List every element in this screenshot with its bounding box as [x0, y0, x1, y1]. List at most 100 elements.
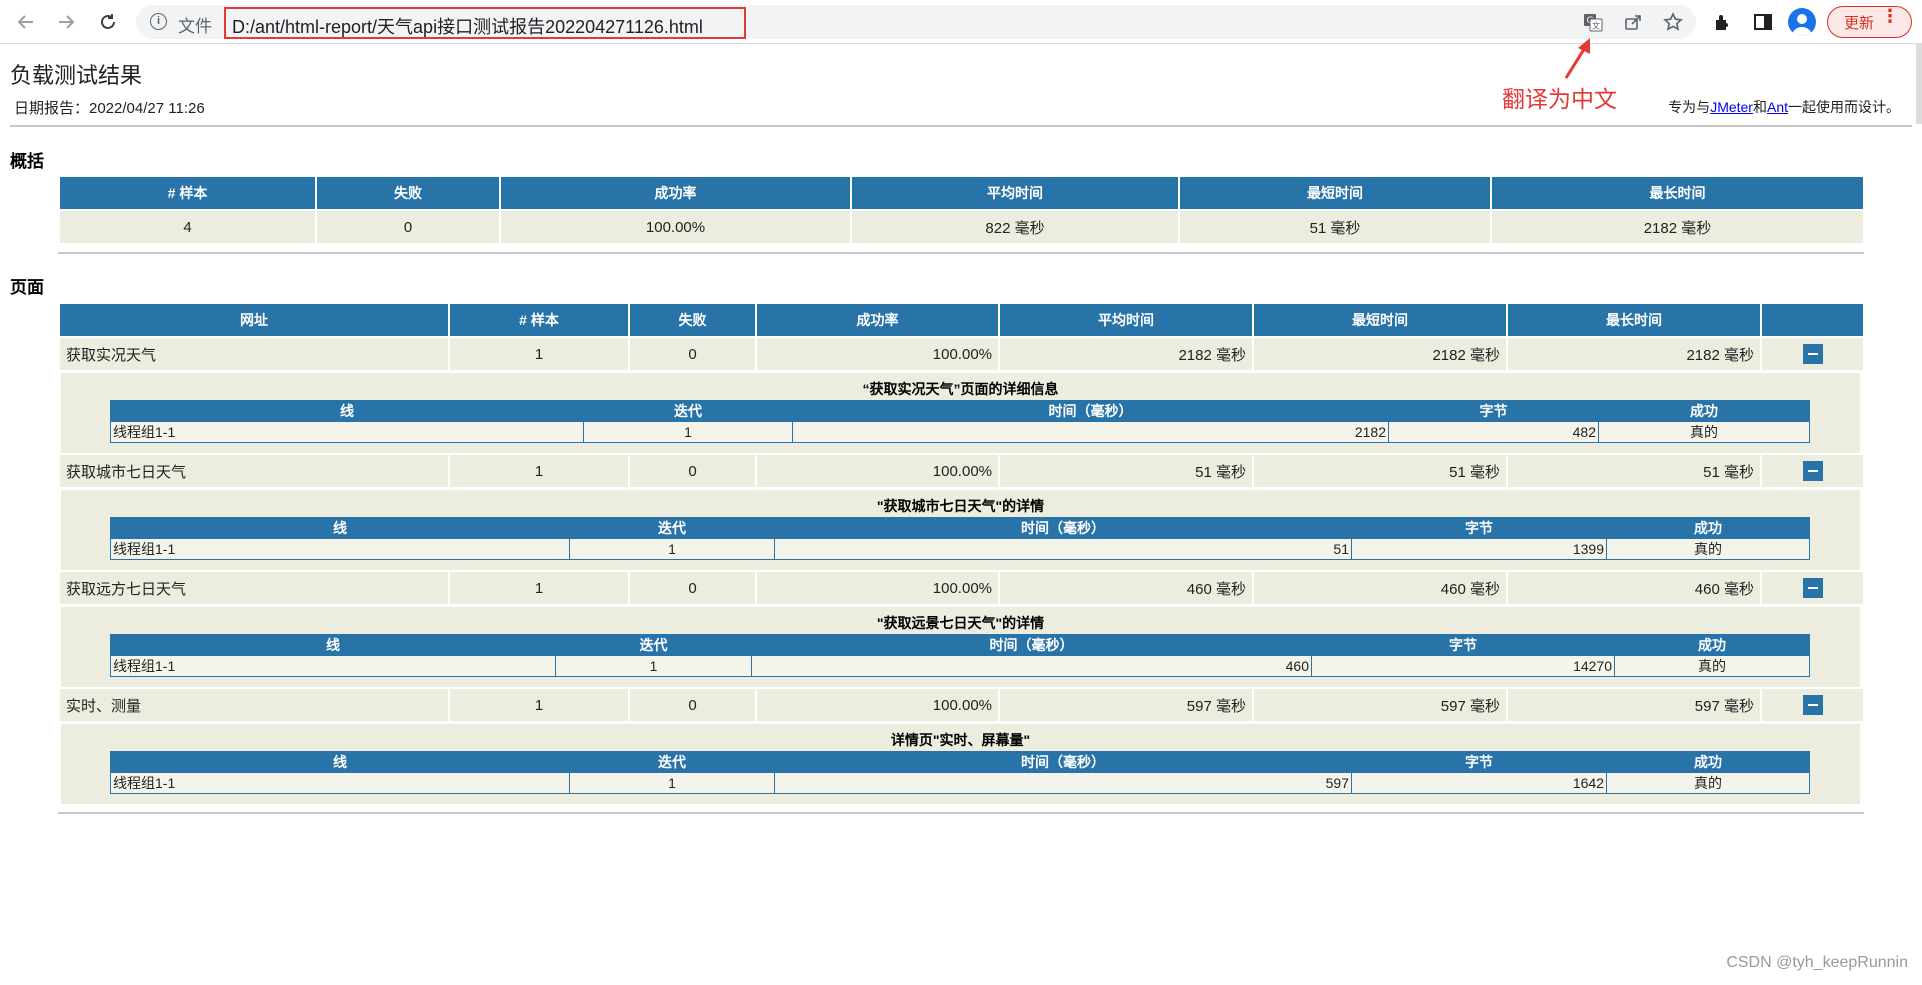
col-max: 最长时间	[1492, 177, 1863, 209]
page-avg: 460 毫秒	[1000, 572, 1252, 604]
col-failures: 失败	[317, 177, 499, 209]
page-failures: 0	[630, 455, 755, 487]
page-row: 获取城市七日天气 1 0 100.00% 51 毫秒 51 毫秒 51 毫秒	[58, 453, 1865, 489]
col-url: 网址	[60, 304, 448, 336]
menu-dots-icon[interactable]: ⋮	[1881, 7, 1899, 25]
info-icon[interactable]: i	[150, 13, 167, 30]
divider	[10, 125, 1912, 127]
summary-max: 2182 毫秒	[1492, 211, 1863, 243]
col-min: 最短时间	[1180, 177, 1490, 209]
col-max: 最长时间	[1508, 304, 1760, 336]
divider	[58, 252, 1864, 254]
scrollbar[interactable]	[1916, 44, 1922, 124]
toggle-cell	[1762, 455, 1863, 487]
detail-table: 线 迭代 时间（毫秒） 字节 成功 线程组1-1 1 460 14270 真的	[110, 634, 1810, 677]
update-button[interactable]: 更新 ⋮	[1827, 6, 1912, 38]
col-rate: 成功率	[501, 177, 850, 209]
page-avg: 2182 毫秒	[1000, 338, 1252, 370]
translate-icon[interactable]: G文	[1582, 11, 1604, 33]
page-min: 2182 毫秒	[1254, 338, 1506, 370]
forward-icon[interactable]	[52, 8, 80, 36]
svg-text:文: 文	[1592, 21, 1600, 31]
page-row: 获取实况天气 1 0 100.00% 2182 毫秒 2182 毫秒 2182 …	[58, 336, 1865, 372]
annotation-text: 翻译为中文	[1502, 87, 1617, 113]
page-max: 2182 毫秒	[1508, 338, 1760, 370]
dcol-time: 时间（毫秒）	[792, 400, 1389, 422]
collapse-icon[interactable]	[1802, 695, 1823, 715]
detail-time: 2182	[792, 421, 1389, 443]
page-rate: 100.00%	[757, 338, 998, 370]
summary-failures: 0	[317, 211, 499, 243]
bookmark-star-icon[interactable]	[1662, 11, 1684, 33]
dcol-bytes: 字节	[1351, 751, 1607, 773]
col-avg: 平均时间	[852, 177, 1178, 209]
note-mid: 和	[1752, 99, 1767, 115]
page-row: 实时、测量 1 0 100.00% 597 毫秒 597 毫秒 597 毫秒	[58, 687, 1865, 723]
col-samples: # 样本	[60, 177, 315, 209]
collapse-icon[interactable]	[1802, 578, 1823, 598]
detail-title: 详情页"实时、屏幕量"	[890, 732, 1031, 748]
pages-header-row: 网址 # 样本 失败 成功率 平均时间 最短时间 最长时间	[60, 304, 1863, 336]
address-bar[interactable]: i 文件 D:/ant/html-report/天气api接口测试报告20220…	[136, 5, 1696, 39]
detail-bytes: 14270	[1311, 655, 1615, 677]
dcol-success: 成功	[1614, 634, 1810, 656]
profile-avatar[interactable]	[1788, 8, 1816, 36]
detail-bytes: 482	[1388, 421, 1599, 443]
detail-time: 460	[751, 655, 1312, 677]
jmeter-link[interactable]: JMeter	[1710, 99, 1753, 115]
toggle-cell	[1762, 338, 1863, 370]
collapse-icon[interactable]	[1802, 344, 1823, 364]
detail-iteration: 1	[569, 772, 775, 794]
detail-title: "获取远景七日天气"的详情	[876, 615, 1045, 631]
watermark: CSDN @tyh_keepRunnin	[1726, 954, 1908, 971]
summary-row: 4 0 100.00% 822 毫秒 51 毫秒 2182 毫秒	[60, 211, 1863, 243]
page-max: 460 毫秒	[1508, 572, 1760, 604]
detail-iteration: 1	[583, 421, 793, 443]
back-icon[interactable]	[12, 8, 40, 36]
summary-rate: 100.00%	[501, 211, 850, 243]
detail-table: 线 迭代 时间（毫秒） 字节 成功 线程组1-1 1 597 1642 真的	[110, 751, 1810, 794]
side-panel-icon[interactable]	[1751, 10, 1775, 34]
dcol-iteration: 迭代	[569, 517, 775, 539]
page-rate: 100.00%	[757, 572, 998, 604]
report-note: 专为与JMeter和Ant一起使用而设计。	[1668, 97, 1900, 117]
page-samples: 1	[450, 689, 628, 721]
dcol-bytes: 字节	[1311, 634, 1615, 656]
page-url: 获取城市七日天气	[60, 455, 448, 487]
detail-time: 597	[774, 772, 1352, 794]
page-samples: 1	[450, 338, 628, 370]
dcol-thread: 线	[110, 400, 584, 422]
summary-avg: 822 毫秒	[852, 211, 1178, 243]
page-rate: 100.00%	[757, 689, 998, 721]
page-row: 获取远方七日天气 1 0 100.00% 460 毫秒 460 毫秒 460 毫…	[58, 570, 1865, 606]
col-samples: # 样本	[450, 304, 628, 336]
detail-thread: 线程组1-1	[110, 655, 556, 677]
detail-title: “获取实况天气”页面的详细信息	[862, 381, 1059, 397]
reload-icon[interactable]	[94, 8, 122, 36]
col-toggle	[1762, 304, 1863, 336]
share-icon[interactable]	[1622, 11, 1644, 33]
dcol-time: 时间（毫秒）	[774, 751, 1352, 773]
ant-link[interactable]: Ant	[1767, 99, 1788, 115]
toggle-cell	[1762, 572, 1863, 604]
summary-header-row: # 样本 失败 成功率 平均时间 最短时间 最长时间	[60, 177, 1863, 209]
collapse-icon[interactable]	[1802, 461, 1823, 481]
col-avg: 平均时间	[1000, 304, 1252, 336]
detail-thread: 线程组1-1	[110, 538, 570, 560]
extensions-icon[interactable]	[1711, 10, 1735, 34]
pages-header-table: 网址 # 样本 失败 成功率 平均时间 最短时间 最长时间	[58, 302, 1865, 338]
browser-toolbar: i 文件 D:/ant/html-report/天气api接口测试报告20220…	[0, 0, 1922, 44]
file-scheme-label: 文件	[178, 17, 212, 36]
dcol-iteration: 迭代	[555, 634, 752, 656]
dcol-iteration: 迭代	[569, 751, 775, 773]
page-min: 597 毫秒	[1254, 689, 1506, 721]
dcol-thread: 线	[110, 517, 570, 539]
page-failures: 0	[630, 689, 755, 721]
detail-thread: 线程组1-1	[110, 772, 570, 794]
dcol-iteration: 迭代	[583, 400, 793, 422]
dcol-success: 成功	[1606, 751, 1810, 773]
url-text[interactable]: D:/ant/html-report/天气api接口测试报告2022042711…	[224, 7, 746, 39]
page-url: 获取实况天气	[60, 338, 448, 370]
summary-min: 51 毫秒	[1180, 211, 1490, 243]
detail-panel: 详情页"实时、屏幕量" 线 迭代 时间（毫秒） 字节 成功 线程组1-1 1 5…	[61, 724, 1860, 804]
